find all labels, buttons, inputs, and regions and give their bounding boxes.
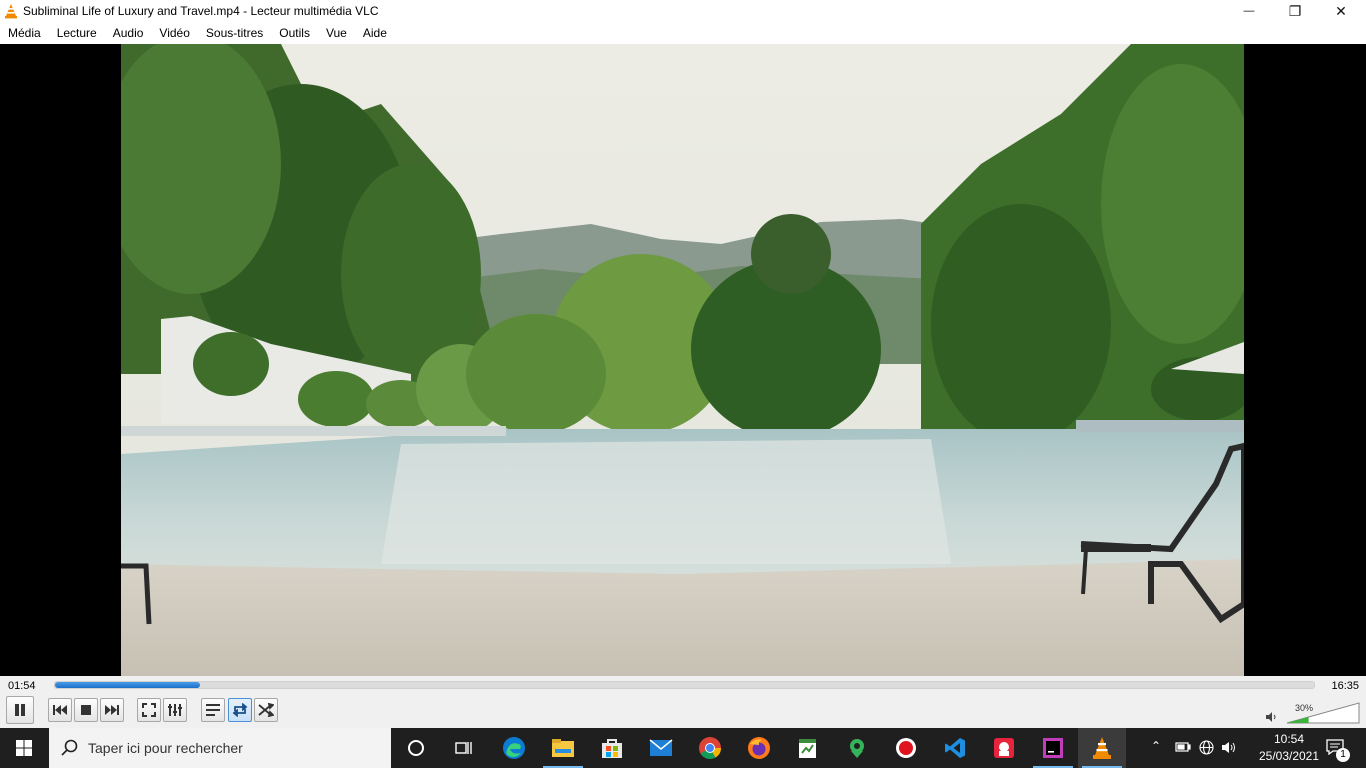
window-title: Subliminal Life of Luxury and Travel.mp4… — [23, 4, 379, 18]
clock-date[interactable]: 25/03/2021 — [1252, 749, 1326, 763]
firefox-icon — [748, 737, 770, 759]
title-bar: Subliminal Life of Luxury and Travel.mp4… — [0, 0, 1366, 22]
pause-button[interactable] — [6, 696, 34, 724]
battery-icon[interactable] — [1175, 741, 1191, 753]
minimize-icon: — — [1243, 5, 1255, 17]
show-hidden-icons-icon[interactable]: ⌃ — [1151, 739, 1161, 753]
previous-button[interactable] — [48, 698, 72, 722]
notepad-app[interactable] — [784, 728, 832, 768]
cortana-icon — [408, 740, 424, 756]
shuffle-icon — [258, 703, 274, 717]
menu-help[interactable]: Aide — [355, 22, 395, 44]
close-icon: ✕ — [1335, 2, 1347, 19]
store-app[interactable] — [588, 728, 636, 768]
fullscreen-icon — [142, 703, 156, 717]
vlc-cone-icon — [5, 4, 17, 19]
menu-subtitles[interactable]: Sous-titres — [198, 22, 271, 44]
maximize-button[interactable]: ❐ — [1272, 0, 1318, 22]
playlist-button[interactable] — [201, 698, 225, 722]
menu-lecture[interactable]: Lecture — [49, 22, 105, 44]
mail-icon — [649, 739, 673, 756]
vlc-icon — [1093, 737, 1111, 759]
video-frame — [121, 44, 1244, 676]
notepad-icon — [799, 739, 816, 758]
playback-controls: 01:54 16:35 30% — [0, 676, 1366, 728]
vscode-app[interactable] — [931, 728, 979, 768]
recorder-app[interactable] — [882, 728, 930, 768]
restore-icon: ❐ — [1288, 2, 1302, 19]
search-icon — [61, 739, 78, 756]
windows-taskbar: Taper ici pour rechercher ⌃ 10:54 25/03/… — [0, 728, 1366, 768]
maps-icon — [850, 739, 864, 758]
elapsed-time: 01:54 — [8, 680, 36, 692]
stop-button[interactable] — [74, 698, 98, 722]
vlc-app[interactable] — [1078, 728, 1126, 768]
store-icon — [602, 739, 622, 758]
volume-tray-icon[interactable] — [1221, 741, 1237, 754]
close-button[interactable]: ✕ — [1318, 0, 1364, 22]
seek-bar-progress — [55, 682, 200, 688]
start-button[interactable] — [0, 728, 48, 768]
task-view-icon — [455, 742, 472, 754]
edge-app[interactable] — [490, 728, 538, 768]
taskbar-search[interactable]: Taper ici pour rechercher — [49, 728, 391, 768]
search-placeholder: Taper ici pour rechercher — [88, 740, 243, 756]
equalizer-icon — [168, 704, 182, 716]
gitkraken-icon — [994, 738, 1014, 758]
edge-icon — [503, 737, 525, 759]
mail-app[interactable] — [637, 728, 685, 768]
network-globe-icon[interactable] — [1199, 740, 1214, 755]
file-explorer-app[interactable] — [539, 728, 587, 768]
windows-logo-icon — [16, 740, 32, 756]
task-view-button[interactable] — [440, 728, 488, 768]
menu-media[interactable]: Média — [0, 22, 49, 44]
cortana-button[interactable] — [392, 728, 440, 768]
menu-bar: Média Lecture Audio Vidéo Sous-titres Ou… — [0, 22, 1366, 44]
seek-bar[interactable] — [54, 681, 1315, 689]
action-center-button[interactable]: 1 — [1318, 728, 1358, 768]
menu-view[interactable]: Vue — [318, 22, 355, 44]
speaker-icon[interactable] — [1265, 711, 1277, 723]
chrome-icon — [699, 737, 721, 759]
menu-audio[interactable]: Audio — [105, 22, 152, 44]
loop-icon — [232, 703, 248, 717]
next-button[interactable] — [100, 698, 124, 722]
webstorm-app[interactable] — [1029, 728, 1077, 768]
file-explorer-icon — [552, 739, 574, 757]
playlist-icon — [206, 704, 220, 716]
clock-time[interactable]: 10:54 — [1264, 732, 1314, 746]
extended-settings-button[interactable] — [163, 698, 187, 722]
video-display[interactable] — [0, 44, 1366, 676]
stop-icon — [81, 705, 91, 715]
record-icon — [896, 738, 916, 758]
menu-tools[interactable]: Outils — [271, 22, 318, 44]
total-time: 16:35 — [1331, 680, 1359, 692]
minimize-button[interactable]: — — [1226, 0, 1272, 22]
firefox-app[interactable] — [735, 728, 783, 768]
maps-app[interactable] — [833, 728, 881, 768]
webstorm-icon — [1043, 738, 1063, 758]
previous-icon — [53, 705, 67, 715]
loop-button[interactable] — [228, 698, 252, 722]
random-button[interactable] — [254, 698, 278, 722]
chrome-app[interactable] — [686, 728, 734, 768]
pause-icon — [15, 704, 25, 716]
gitkraken-app[interactable] — [980, 728, 1028, 768]
notification-badge: 1 — [1336, 748, 1350, 762]
menu-video[interactable]: Vidéo — [151, 22, 197, 44]
next-icon — [105, 705, 119, 715]
fullscreen-button[interactable] — [137, 698, 161, 722]
volume-slider[interactable] — [1286, 701, 1360, 725]
vscode-icon — [945, 738, 965, 758]
